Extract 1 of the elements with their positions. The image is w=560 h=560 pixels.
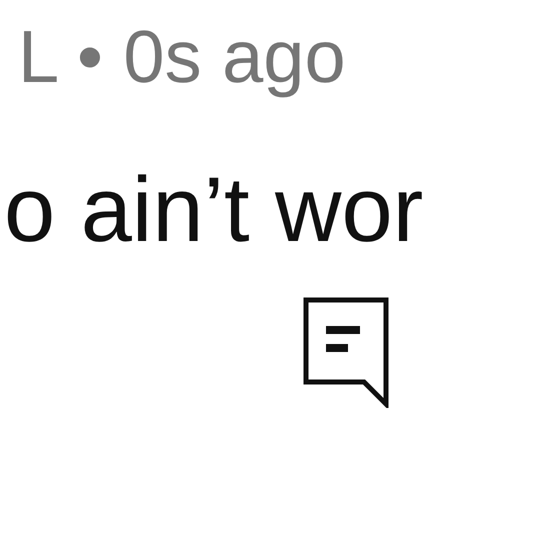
comment-text: o ain’t wor: [4, 164, 424, 256]
